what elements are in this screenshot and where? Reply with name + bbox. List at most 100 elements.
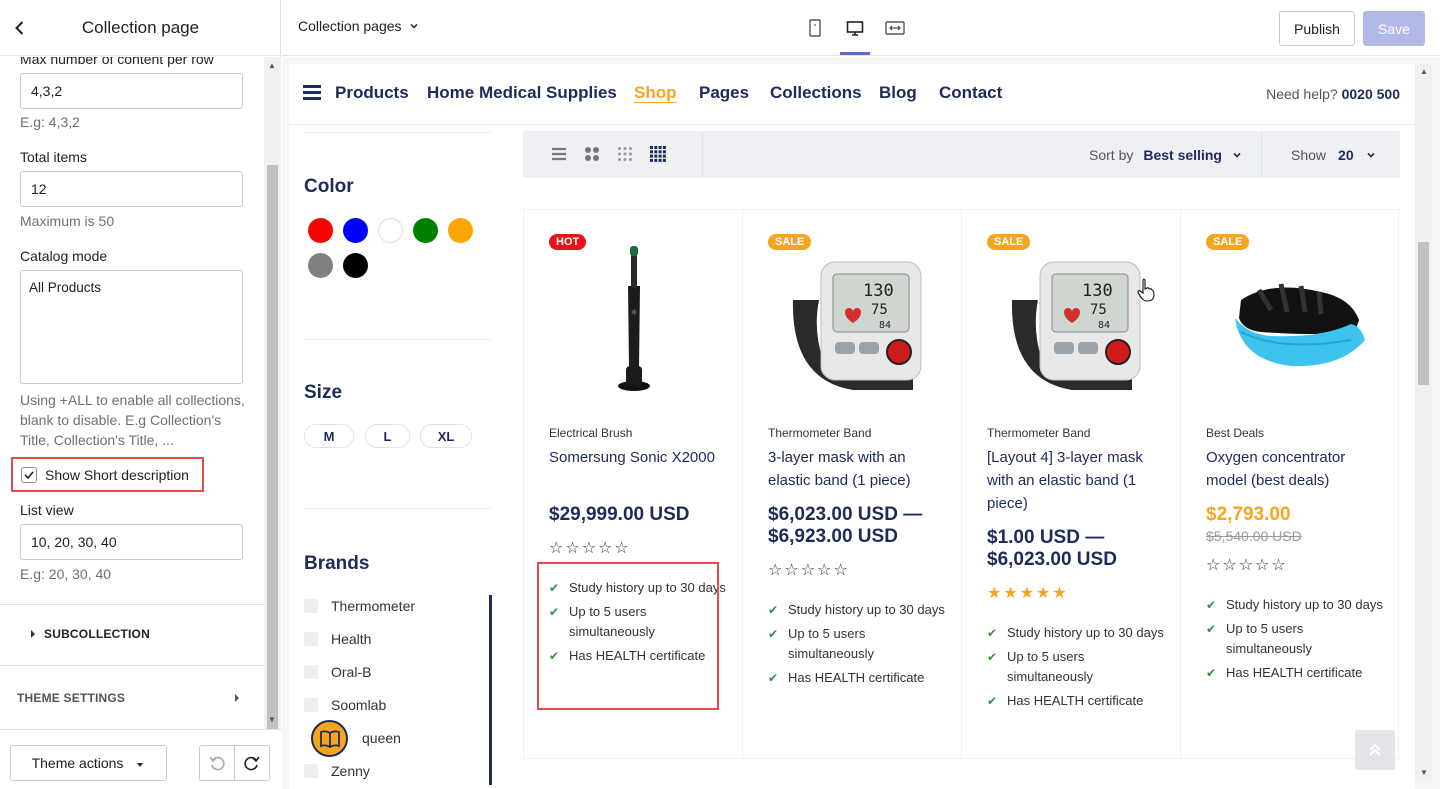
product-category: Thermometer Band [768,426,872,440]
page-type-select[interactable]: Collection pages [298,18,420,34]
sort-by-select[interactable]: Sort by Best selling [1089,147,1242,163]
product-card[interactable]: SALE 130 75 84 Thermometer Band [Layout … [961,210,1180,758]
sidebar-footer: Theme actions [0,729,281,789]
scroll-up-arrow-icon[interactable]: ▲ [268,61,276,70]
sidebar-header: Collection page [0,0,281,56]
color-swatch-black[interactable] [343,253,368,278]
brand-checkbox[interactable] [304,698,318,712]
feature-text: Study history up to 30 days [1226,597,1383,612]
color-swatch-gray[interactable] [308,253,333,278]
need-help-label: Need help? [1266,86,1338,102]
size-option-l[interactable]: L [365,424,410,448]
editor-topbar: Collection pages Publish Save [282,0,1440,56]
checkbox-checked-icon[interactable] [21,466,37,483]
mobile-view-button[interactable] [800,14,830,42]
redo-button[interactable] [235,746,270,780]
highlight-annotation-box [537,562,719,710]
publish-button[interactable]: Publish [1279,11,1355,46]
product-title[interactable]: Somersung Sonic X2000 [549,446,724,469]
scroll-up-arrow-icon[interactable]: ▲ [1420,67,1428,76]
brand-filter-item[interactable]: Zenny [304,763,370,779]
back-arrow-icon[interactable] [10,18,30,38]
theme-actions-button[interactable]: Theme actions [10,745,167,781]
caret-down-icon [137,763,144,767]
brand-filter-item[interactable]: Oral-B [304,664,371,680]
product-card[interactable]: SALE 130 75 84 Thermometer Band 3-layer … [742,210,961,758]
scroll-down-arrow-icon[interactable]: ▼ [268,715,276,724]
scroll-to-top-button[interactable] [1355,730,1395,770]
max-per-row-input[interactable]: 4,3,2 [20,73,243,109]
brand-filter-item[interactable]: Health [304,631,371,647]
product-image-bp-monitor[interactable]: 130 75 84 [982,240,1162,400]
product-short-description: ✔ Study history up to 30 days ✔ Up to 5 us… [987,623,1167,715]
brand-checkbox[interactable] [304,665,318,679]
caret-right-icon [235,694,239,702]
undo-button[interactable] [200,746,235,780]
subcollection-label: SUBCOLLECTION [44,627,150,641]
scrollbar-thumb[interactable] [1418,242,1429,385]
feature-item: ✔ Study history up to 30 days [768,600,948,620]
brand-checkbox[interactable] [304,632,318,646]
product-image-bp-monitor[interactable]: 130 75 84 [763,240,943,400]
subcollection-section[interactable]: SUBCOLLECTION [0,604,264,664]
feature-text: Has HEALTH certificate [1226,665,1363,680]
grid-3-icon[interactable] [617,146,633,162]
nav-blog[interactable]: Blog [879,83,917,103]
scroll-down-arrow-icon[interactable]: ▼ [1420,768,1428,777]
nav-contact[interactable]: Contact [939,83,1002,103]
color-swatch-red[interactable] [308,218,333,243]
total-items-help: Maximum is 50 [20,213,115,229]
total-items-input[interactable]: 12 [20,171,243,207]
brand-checkbox[interactable] [304,599,318,613]
undo-icon [209,756,225,771]
nav-home-medical-supplies[interactable]: Home Medical Supplies [427,83,617,103]
feature-item: ✔ Has HEALTH certificate [768,668,948,688]
product-image-toothbrush[interactable] [544,240,724,400]
list-view-input[interactable]: 10, 20, 30, 40 [20,524,243,560]
product-title[interactable]: 3-layer mask with an elastic band (1 pie… [768,446,943,492]
product-image-shoe-covers[interactable] [1201,240,1381,400]
book-icon[interactable] [311,720,348,757]
save-button[interactable]: Save [1363,11,1425,46]
color-filter-title: Color [304,176,354,197]
product-category: Best Deals [1206,426,1265,440]
grid-4-icon[interactable] [650,146,666,162]
nav-collections[interactable]: Collections [770,83,862,103]
sidebar-scrollbar[interactable]: ▲ ▼ [264,57,281,763]
hamburger-menu-icon[interactable] [303,85,321,101]
check-icon: ✔ [768,671,779,685]
list-view-icon[interactable] [551,146,567,162]
size-option-m[interactable]: M [304,424,354,448]
brand-filter-item[interactable]: Thermometer [304,598,415,614]
product-title[interactable]: Oxygen concentrator model (best deals) [1206,446,1381,492]
scrollbar-thumb[interactable] [267,165,278,763]
brand-filter-item[interactable]: Soomlab [304,697,386,713]
nav-shop[interactable]: Shop [634,83,677,103]
color-swatch-blue[interactable] [343,218,368,243]
size-option-xl[interactable]: XL [420,424,472,448]
color-swatch-white[interactable] [378,218,403,243]
product-card[interactable]: SALE Best Deals Oxygen concentrator mode… [1180,210,1399,758]
desktop-view-button[interactable] [840,14,870,55]
nav-pages[interactable]: Pages [699,83,749,103]
color-swatch-green[interactable] [413,218,438,243]
nav-products[interactable]: Products [335,83,409,103]
color-swatch-orange[interactable] [448,218,473,243]
catalog-mode-textarea[interactable]: All Products [20,270,243,384]
theme-settings-section[interactable]: THEME SETTINGS [0,668,264,728]
preview-scrollbar[interactable]: ▲ ▼ [1415,64,1432,781]
max-per-row-help: E.g: 4,3,2 [20,114,80,130]
show-value: 20 [1338,147,1354,163]
product-title[interactable]: [Layout 4] 3-layer mask with an elastic … [987,446,1162,515]
grid-2-icon[interactable] [584,146,600,162]
feature-text: Study history up to 30 days [788,602,945,617]
brands-scrollbar[interactable] [489,595,492,785]
show-count-select[interactable]: Show 20 [1291,147,1376,163]
check-icon: ✔ [987,626,998,640]
help-phone[interactable]: 0020 500 [1342,86,1400,102]
fullscreen-view-button[interactable] [880,14,910,42]
brand-checkbox[interactable] [304,764,318,778]
brand-label: queen [362,730,401,746]
feature-text: Up to 5 users simultaneously [1007,649,1093,684]
show-short-description-checkbox[interactable]: Show Short description [11,457,204,492]
